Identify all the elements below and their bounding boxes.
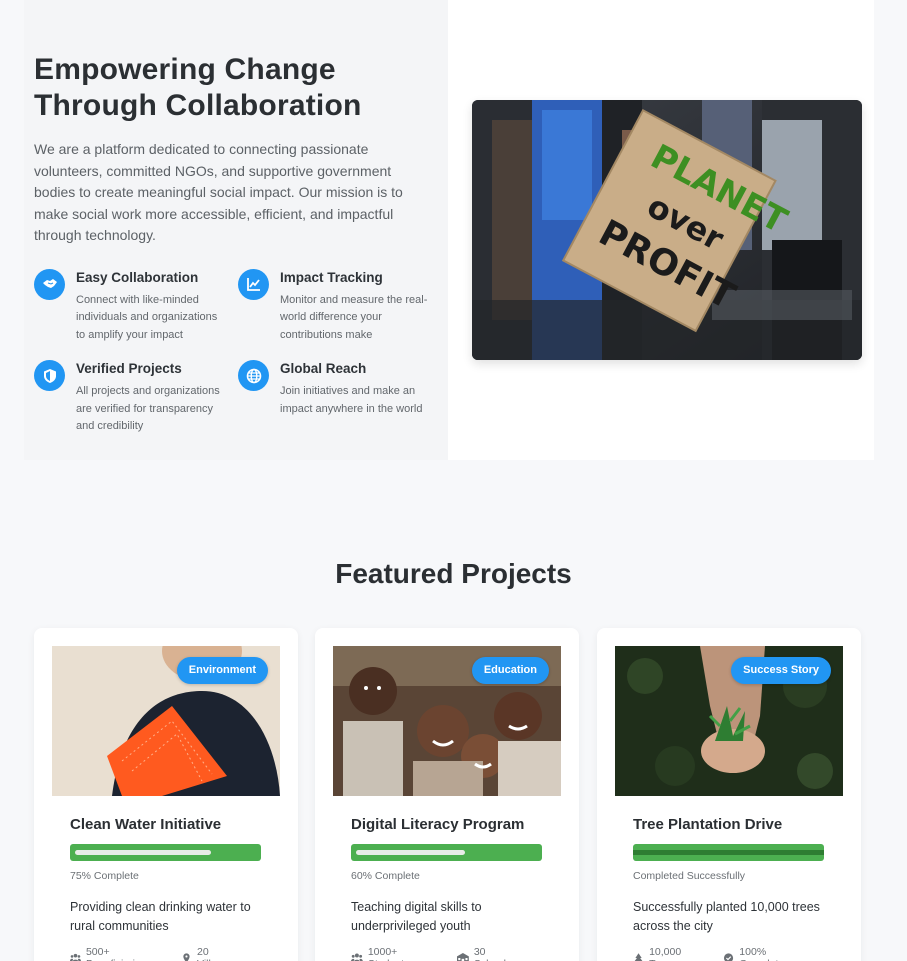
- category-badge: Education: [471, 657, 549, 684]
- feature-text: All projects and organizations are verif…: [76, 385, 220, 432]
- progress-bar: [70, 844, 261, 861]
- category-badge: Environment: [176, 657, 268, 684]
- hero-protest-image: PLANET over PROFIT: [472, 100, 862, 360]
- feature-title: Impact Tracking: [280, 269, 383, 285]
- about-text-panel: Empowering Change Through Collaboration …: [24, 0, 448, 460]
- progress-label: 60% Complete: [351, 870, 420, 882]
- category-badge: Success Story: [731, 657, 831, 684]
- project-card-clean-water[interactable]: Environment Clean Water Initiative 75% C…: [34, 628, 298, 961]
- feature-text: Monitor and measure the real-world diffe…: [280, 293, 428, 341]
- feature-verified-projects: Verified Projects All projects and organ…: [34, 360, 238, 436]
- progress-fill: [356, 850, 465, 855]
- meta-schools: 30 Schools: [457, 946, 521, 961]
- project-meta: 1000+ Students 30 Schools: [351, 946, 543, 961]
- about-image-panel: PLANET over PROFIT: [448, 0, 874, 460]
- about-section: Empowering Change Through Collaboration …: [24, 0, 874, 460]
- feature-grid: Easy Collaboration Connect with like-min…: [34, 268, 448, 436]
- chart-line-icon: [238, 268, 269, 300]
- project-title[interactable]: Clean Water Initiative: [70, 816, 262, 833]
- meta-beneficiaries: 500+ Beneficiaries: [70, 946, 159, 961]
- meta-text: 500+ Beneficiaries: [85, 946, 146, 961]
- feature-text: Join initiatives and make an impact anyw…: [280, 385, 423, 415]
- project-meta: 500+ Beneficiaries 20 Villages: [70, 946, 262, 961]
- feature-title: Easy Collaboration: [76, 269, 199, 285]
- feature-title: Verified Projects: [76, 361, 182, 376]
- progress-label: 75% Complete: [70, 870, 139, 882]
- globe-icon: [238, 360, 269, 391]
- progress-bar: [351, 844, 542, 861]
- about-description: We are a platform dedicated to connectin…: [34, 141, 403, 243]
- meta-students: 1000+ Students: [351, 946, 435, 961]
- project-description: Teaching digital skills to underprivileg…: [351, 900, 482, 933]
- meta-villages: 20 Villages: [181, 946, 240, 961]
- progress-fill: [75, 850, 211, 855]
- meta-trees: 10,000 Trees: [633, 946, 701, 961]
- project-meta: 10,000 Trees 100% Complete: [633, 946, 825, 961]
- users-icon: [351, 953, 363, 961]
- progress-fill: [633, 850, 824, 855]
- feature-impact-tracking: Impact Tracking Monitor and measure the …: [238, 268, 438, 345]
- shield-check-icon: [34, 360, 65, 391]
- project-title[interactable]: Digital Literacy Program: [351, 816, 543, 833]
- project-image: Education: [333, 646, 561, 796]
- project-image: Success Story: [615, 646, 843, 796]
- meta-text: 100% Complete: [739, 946, 784, 961]
- tree-icon: [634, 953, 643, 961]
- project-description: Providing clean drinking water to rural …: [70, 900, 251, 933]
- feature-global-reach: Global Reach Join initiatives and make a…: [238, 360, 438, 436]
- users-icon: [70, 953, 81, 961]
- feature-title: Global Reach: [280, 361, 367, 376]
- project-card-tree-plantation[interactable]: Success Story Tree Plantation Drive Comp…: [597, 628, 861, 961]
- feature-easy-collaboration: Easy Collaboration Connect with like-min…: [34, 268, 238, 345]
- project-card-digital-literacy[interactable]: Education Digital Literacy Program 60% C…: [315, 628, 579, 961]
- project-description: Successfully planted 10,000 trees across…: [633, 900, 820, 933]
- meta-text: 30 Schools: [473, 946, 511, 961]
- meta-text: 20 Villages: [197, 946, 234, 961]
- feature-text: Connect with like-minded individuals and…: [76, 293, 218, 341]
- project-image: Environment: [52, 646, 280, 796]
- handshake-icon: [34, 268, 65, 300]
- progress-label: Completed Successfully: [633, 870, 746, 882]
- meta-complete: 100% Complete: [723, 946, 803, 961]
- about-title: Empowering Change Through Collaboration: [34, 53, 362, 122]
- project-title[interactable]: Tree Plantation Drive: [633, 816, 825, 833]
- meta-text: 1000+ Students: [367, 946, 409, 961]
- check-circle-icon: [724, 953, 734, 961]
- progress-bar: [633, 844, 824, 861]
- meta-text: 10,000 Trees: [649, 946, 682, 961]
- school-icon: [457, 952, 469, 961]
- map-pin-icon: [183, 953, 190, 961]
- featured-projects-title: Featured Projects: [335, 558, 572, 589]
